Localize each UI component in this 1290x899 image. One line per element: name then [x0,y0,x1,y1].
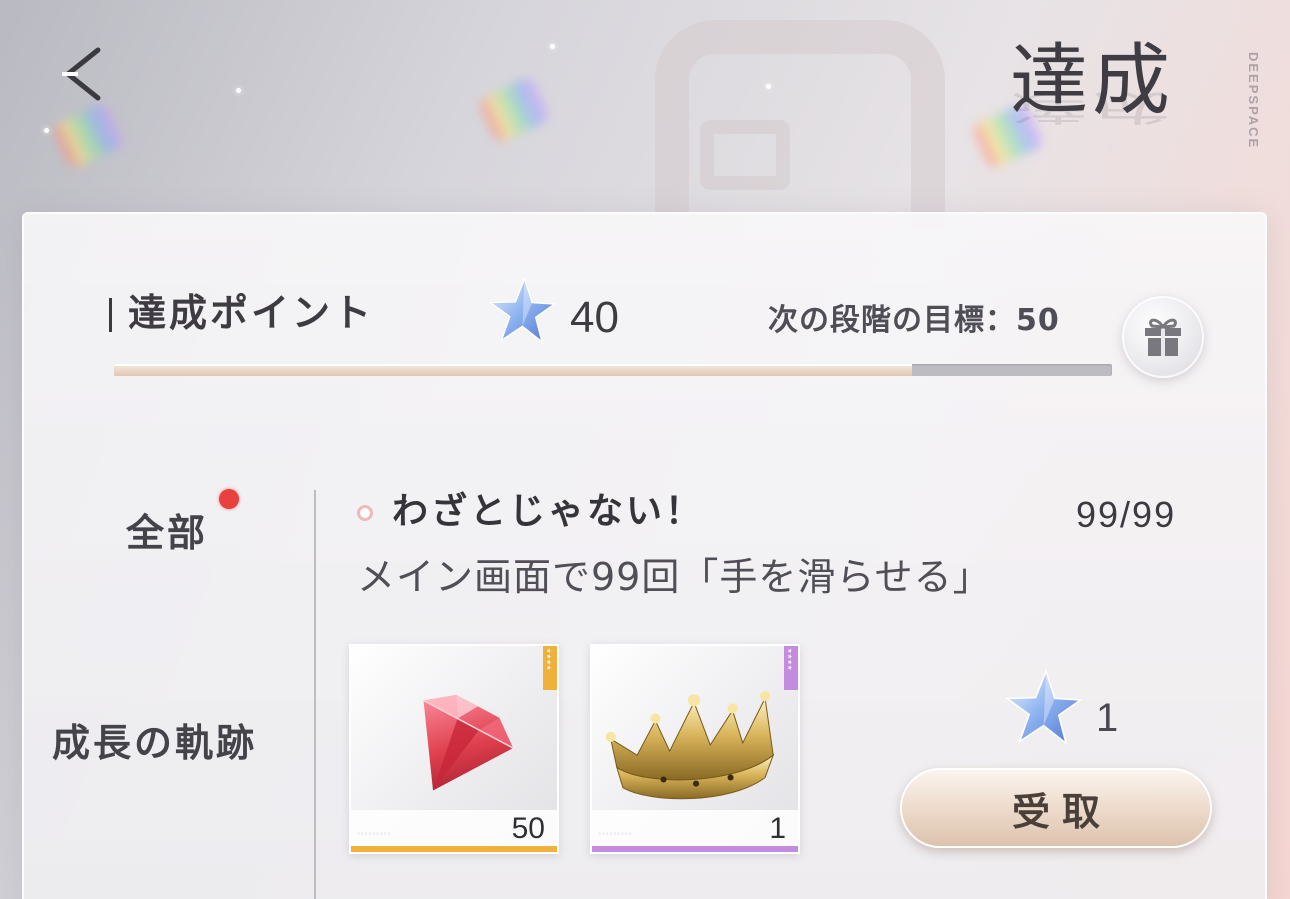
gold-crown-icon [605,691,775,800]
rarity-tag: ⋆⋆⋆⋆ [784,646,798,690]
point-reward-quantity: 1 [1096,696,1119,740]
brand-watermark: ◦◦◦◦◦◦◦◦◦ [357,829,392,838]
rarity-tag: ⋆⋆⋆⋆ [543,646,557,690]
rarity-bar [351,846,557,852]
rarity-bar [592,846,798,852]
quantity-strip [592,810,798,846]
diamond-gem-icon [423,694,514,791]
achievement-description: メイン画面で99回「手を滑らせる」 [357,555,992,599]
sparkle [236,88,241,93]
background-block [700,120,790,190]
tab-all[interactable]: 全部 [126,514,208,552]
section-marker [109,298,112,332]
star-icon [1004,668,1082,746]
notification-dot [219,489,239,509]
points-progress-bar [114,364,1112,376]
rainbow-prism-light [476,75,552,145]
page-title-reflection: 達成 [1010,86,1175,127]
achievement-title: わざとじゃない！ [392,491,705,532]
tab-growth-trail[interactable]: 成長の軌跡 [52,724,257,762]
next-goal-label: 次の段階の目標：50 [768,303,1060,338]
rainbow-prism-light [50,101,126,171]
milestone-gift-button[interactable] [1122,296,1204,378]
sparkle [766,84,771,89]
points-value: 40 [570,293,619,342]
star-icon [488,276,556,344]
vertical-divider [314,490,316,899]
claim-button-label: 受取 [1011,789,1112,834]
achievement-bullet-icon [357,505,373,521]
reward-quantity: 1 [769,812,786,845]
background-arch [655,20,945,230]
claim-button[interactable]: 受取 [900,768,1212,848]
sparkle [550,44,555,49]
sparkle [44,128,49,133]
reward-quantity: 50 [511,812,545,845]
brand-logo-text: DEEPSPACE [1246,52,1261,150]
points-progress-fill [114,364,913,376]
achievement-progress: 99/99 [1076,494,1177,535]
back-arrow-icon [62,47,101,101]
points-label: 達成ポイント [128,291,375,335]
reward-item-crown[interactable]: ⋆⋆⋆⋆ ◦◦◦◦◦◦◦◦◦ 1 [590,644,800,854]
gift-icon [1145,318,1181,356]
back-button[interactable] [58,44,106,104]
reward-item-diamond[interactable]: ⋆⋆⋆⋆ ◦◦◦◦◦◦◦◦◦ 50 [349,644,559,854]
brand-watermark: ◦◦◦◦◦◦◦◦◦ [598,829,633,838]
